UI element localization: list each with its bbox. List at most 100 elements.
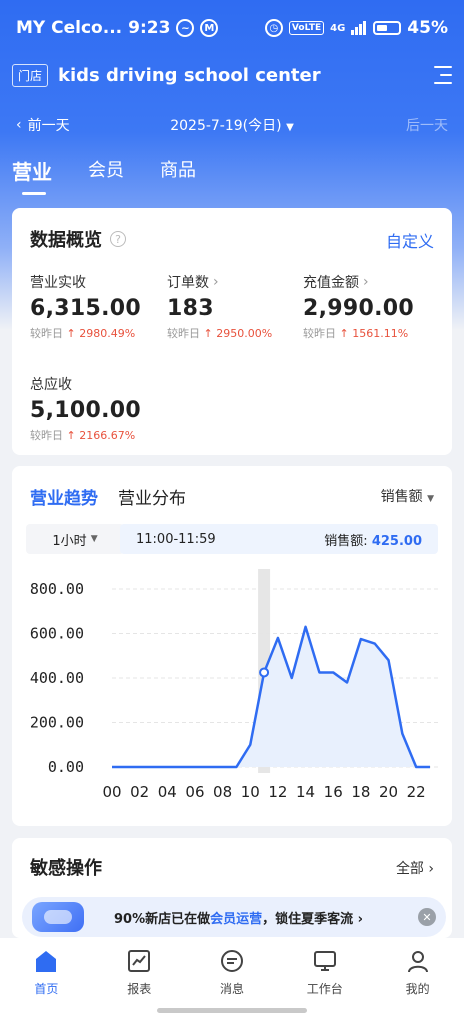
caret-down-icon: ▼ xyxy=(286,122,294,133)
nav-profile[interactable]: 我的 xyxy=(371,938,464,1024)
chevron-right-icon: › xyxy=(213,274,219,290)
home-indicator xyxy=(157,1008,307,1013)
customize-button[interactable]: 自定义 xyxy=(386,228,434,252)
prev-day-label: 前一天 xyxy=(27,118,70,134)
store-tag: 门店 xyxy=(12,63,49,87)
clock: 9:23 xyxy=(128,18,171,38)
tab-business[interactable]: 营业 xyxy=(12,156,52,195)
data-overview-card: 数据概览 ? 自定义 营业实收 6,315.00 较昨日 ↑ 2980.49% … xyxy=(12,208,452,455)
metric-net-revenue: 营业实收 6,315.00 较昨日 ↑ 2980.49% xyxy=(30,272,170,341)
metric-total-receivable: 总应收 5,100.00 较昨日 ↑ 2166.67% xyxy=(30,374,170,443)
tab-members[interactable]: 会员 xyxy=(88,156,124,195)
overview-title: 数据概览 ? xyxy=(30,226,126,252)
workbench-icon xyxy=(312,948,338,974)
metric-value: 5,100.00 xyxy=(30,398,141,423)
metric-label: 总应收 xyxy=(30,377,72,393)
x-tick-label: 08 xyxy=(213,783,232,801)
metric-label: 营业实收 xyxy=(30,275,86,291)
promo-illustration-icon xyxy=(32,902,84,932)
metric-compare: 较昨日 ↑ 2950.00% xyxy=(167,327,273,340)
x-tick-label: 16 xyxy=(324,783,343,801)
chevron-left-icon: ‹ xyxy=(16,117,22,133)
metric-label: 充值金额 › xyxy=(303,274,369,291)
date-navigation: ‹ 前一天 2025-7-19(今日) ▼ 后一天 xyxy=(0,110,464,140)
x-tick-label: 22 xyxy=(407,783,426,801)
date-selector[interactable]: 2025-7-19(今日) ▼ xyxy=(170,118,294,134)
home-icon xyxy=(33,948,59,974)
caret-down-icon: ▼ xyxy=(90,534,98,544)
metric-value: 6,315.00 xyxy=(30,296,141,321)
help-icon[interactable]: ? xyxy=(110,231,126,247)
nav-label: 首页 xyxy=(34,982,59,996)
carrier-text: MY Celco... xyxy=(16,18,123,38)
x-tick-label: 14 xyxy=(296,783,315,801)
sensitive-ops-title: 敏感操作 xyxy=(30,858,102,879)
battery-icon xyxy=(373,21,402,35)
nav-label: 我的 xyxy=(405,982,430,996)
x-tick-label: 00 xyxy=(102,783,121,801)
metric-orders[interactable]: 订单数 › 183 较昨日 ↑ 2950.00% xyxy=(167,272,307,341)
menu-icon[interactable] xyxy=(430,66,452,84)
interval-dropdown[interactable]: 1小时 ▼ xyxy=(26,524,124,554)
metric-value: 183 xyxy=(167,296,214,321)
alarm-icon: ◷ xyxy=(264,19,283,37)
nav-label: 工作台 xyxy=(306,982,343,996)
view-all-button[interactable]: 全部 › xyxy=(396,858,434,878)
app-notification-icon: M xyxy=(200,19,219,37)
tab-business-distribution[interactable]: 营业分布 xyxy=(118,484,186,509)
chevron-right-icon: › xyxy=(363,274,369,290)
overview-title-text: 数据概览 xyxy=(30,230,102,251)
x-tick-label: 18 xyxy=(351,783,370,801)
metric-compare: 较昨日 ↑ 2166.67% xyxy=(30,429,136,442)
tab-business-trend[interactable]: 营业趋势 xyxy=(30,484,98,509)
signal-icon xyxy=(351,21,367,35)
next-day-button[interactable]: 后一天 xyxy=(406,115,448,135)
metric-label: 订单数 › xyxy=(167,274,219,291)
volte-badge: VoLTE xyxy=(288,21,325,35)
promo-text: 90%新店已在做会员运营，锁住夏季客流 › xyxy=(114,911,364,927)
x-tick-label: 12 xyxy=(268,783,287,801)
nav-label: 消息 xyxy=(219,982,244,996)
nav-label: 报表 xyxy=(127,982,152,996)
report-icon xyxy=(126,948,152,974)
date-label: 2025-7-19(今日) xyxy=(170,118,282,134)
sales-trend-chart[interactable]: 0.00 200.00 400.00 600.00 800.00 00 02 04 06 08 10… xyxy=(12,561,452,811)
y-tick-label: 600.00 xyxy=(30,625,84,643)
promo-banner[interactable]: 90%新店已在做会员运营，锁住夏季客流 › ✕ xyxy=(22,897,446,937)
main-tabs: 营业 会员 商品 xyxy=(12,156,196,195)
prev-day-button[interactable]: ‹ 前一天 xyxy=(16,115,70,135)
series-area xyxy=(112,626,430,767)
trend-tabs: 营业趋势 营业分布 xyxy=(30,484,186,509)
y-tick-label: 800.00 xyxy=(30,580,84,598)
metric-dropdown[interactable]: 销售额 ▼ xyxy=(381,486,434,506)
selected-point xyxy=(259,667,270,678)
metric-compare: 较昨日 ↑ 1561.11% xyxy=(303,327,409,340)
app-header: 门店 kids driving school center xyxy=(0,56,464,94)
caret-down-icon: ▼ xyxy=(427,494,434,504)
x-tick-label: 06 xyxy=(185,783,204,801)
business-trend-card: 营业趋势 营业分布 销售额 ▼ 1小时 ▼ 11:00-11:59 销售额: 4… xyxy=(12,466,452,826)
selected-range: 11:00-11:59 xyxy=(136,531,216,547)
x-tick-label: 20 xyxy=(379,783,398,801)
metric-value: 2,990.00 xyxy=(303,296,414,321)
y-tick-label: 200.00 xyxy=(30,714,84,732)
tab-products[interactable]: 商品 xyxy=(160,156,196,195)
x-tick-label: 10 xyxy=(241,783,260,801)
network-type: 4G xyxy=(330,22,346,34)
metric-recharge[interactable]: 充值金额 › 2,990.00 较昨日 ↑ 1561.11% xyxy=(303,272,443,341)
selected-range-box: 11:00-11:59 销售额: 425.00 xyxy=(120,524,438,554)
status-bar: MY Celco... 9:23 ~ M ◷ VoLTE 4G 45% xyxy=(0,0,464,56)
messenger-icon: ~ xyxy=(176,19,195,37)
profile-icon xyxy=(405,948,431,974)
x-tick-label: 04 xyxy=(158,783,177,801)
store-name[interactable]: kids driving school center xyxy=(58,65,321,86)
battery-percent: 45% xyxy=(407,18,448,38)
x-tick-label: 02 xyxy=(130,783,149,801)
close-icon[interactable]: ✕ xyxy=(418,908,436,926)
message-icon xyxy=(219,948,245,974)
nav-home[interactable]: 首页 xyxy=(0,938,93,1024)
y-tick-label: 0.00 xyxy=(48,758,84,776)
y-tick-label: 400.00 xyxy=(30,669,84,687)
metric-compare: 较昨日 ↑ 2980.49% xyxy=(30,327,136,340)
chevron-right-icon: › xyxy=(428,861,434,877)
